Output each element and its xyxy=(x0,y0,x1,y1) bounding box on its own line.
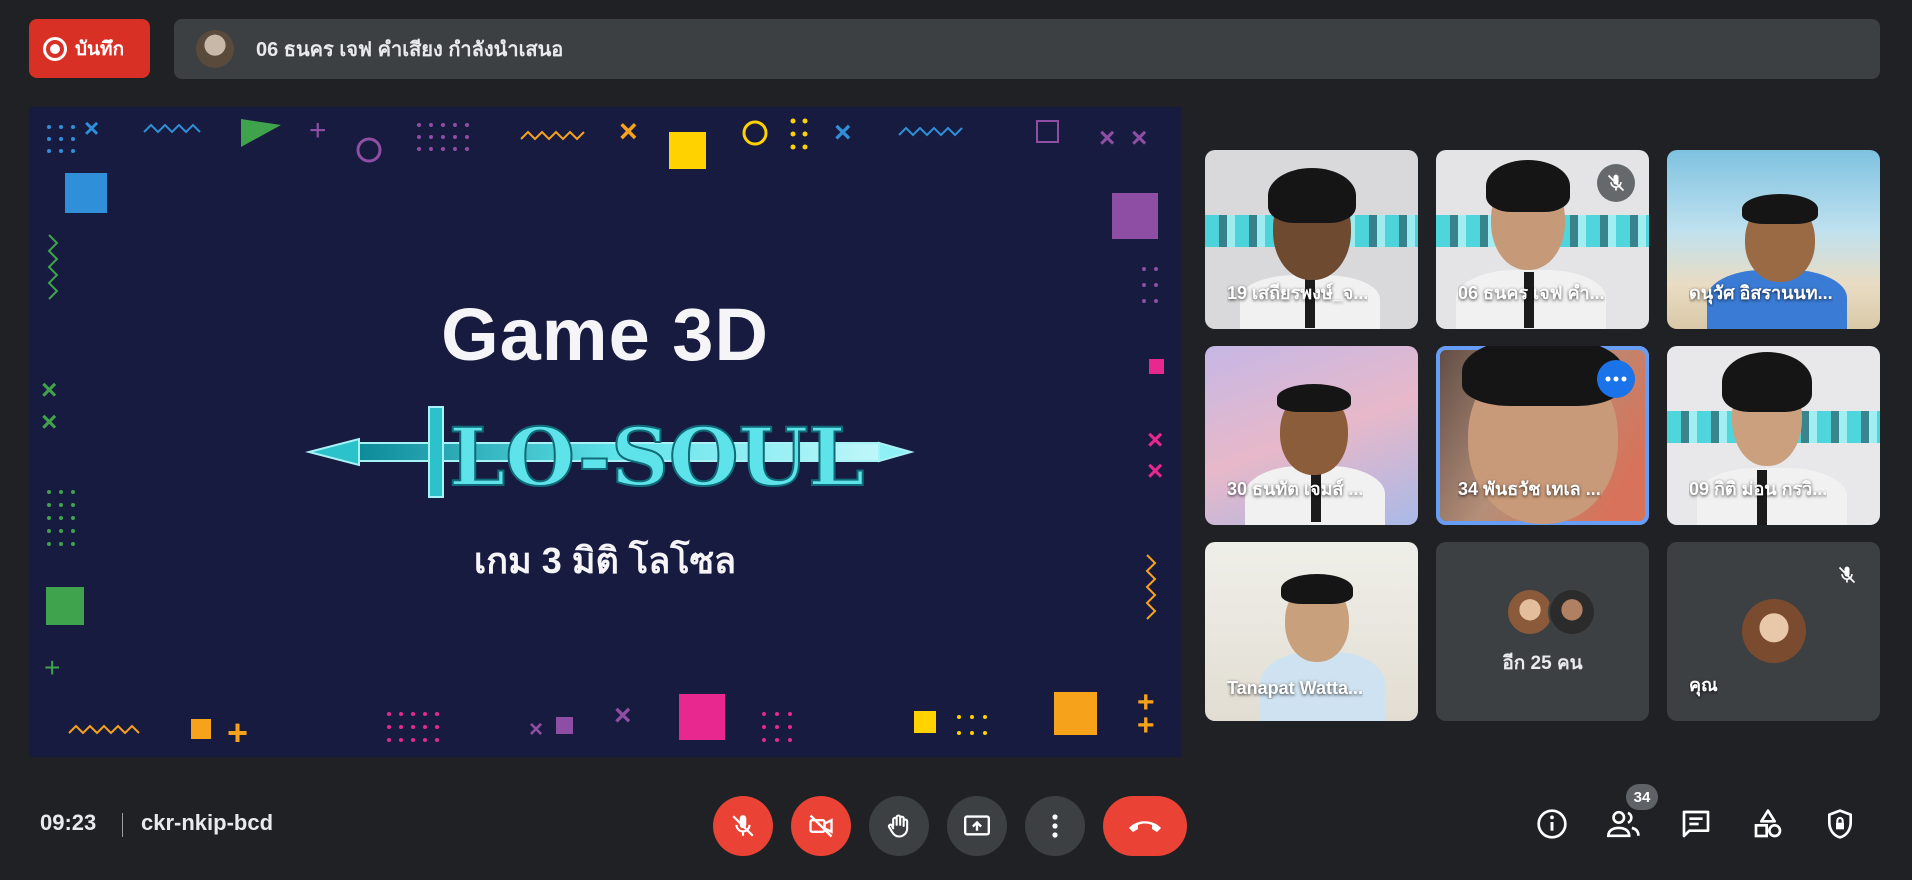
avatar xyxy=(1548,588,1596,636)
participant-name: 06 ธนคร เจฟ คำ... xyxy=(1458,283,1605,303)
mic-off-icon xyxy=(1828,556,1866,594)
mic-off-icon xyxy=(1597,164,1635,202)
activities-icon xyxy=(1752,808,1784,845)
more-options-icon[interactable] xyxy=(1597,360,1635,398)
logo-text: LO-SOUL xyxy=(449,410,865,504)
participant-name: Tanapat Watta... xyxy=(1227,678,1364,698)
camera-toggle-button[interactable] xyxy=(791,796,851,856)
participant-count-badge: 34 xyxy=(1626,784,1658,810)
svg-text:×: × xyxy=(41,374,57,405)
svg-text:×: × xyxy=(1131,122,1147,153)
more-participants-tile[interactable]: อีก 25 คน xyxy=(1436,542,1649,721)
svg-text:+: + xyxy=(309,114,327,147)
meeting-code: ckr-nkip-bcd xyxy=(141,810,274,835)
participant-tile[interactable]: 09 กิติ ม่อน กรวิ... xyxy=(1667,346,1880,525)
slide-title: Game 3D xyxy=(441,293,769,376)
self-tile[interactable]: คุณ xyxy=(1667,542,1880,721)
chat-icon xyxy=(1680,808,1712,845)
more-participants-label: อีก 25 คน xyxy=(1502,653,1583,674)
game-logo: LO-SOUL xyxy=(305,406,915,505)
meeting-details-button[interactable] xyxy=(1534,808,1570,844)
record-button[interactable]: บันทึก xyxy=(29,19,150,78)
svg-text:×: × xyxy=(614,699,632,732)
avatar xyxy=(1742,599,1806,663)
participant-tile[interactable]: Tanapat Watta... xyxy=(1205,542,1418,721)
activities-button[interactable] xyxy=(1750,808,1786,844)
host-controls-icon xyxy=(1825,808,1855,845)
present-now-button[interactable] xyxy=(947,796,1007,856)
presenter-text: 06 ธนคร เจฟ คำเสียง กำลังนำเสนอ xyxy=(256,39,564,61)
svg-text:×: × xyxy=(1147,455,1163,486)
divider xyxy=(122,813,123,837)
end-call-icon xyxy=(1127,817,1163,835)
participant-name: 09 กิติ ม่อน กรวิ... xyxy=(1689,479,1828,499)
svg-text:+: + xyxy=(44,652,60,683)
host-controls-button[interactable] xyxy=(1822,808,1858,844)
avatar xyxy=(1506,588,1554,636)
slide-subtitle: เกม 3 มิติ โลโซล xyxy=(473,540,737,581)
participant-tile[interactable]: ดนุวัศ อิสรานนท... xyxy=(1667,150,1880,329)
leave-call-button[interactable] xyxy=(1103,796,1187,856)
participant-name: คุณ xyxy=(1689,675,1718,695)
present-screen-icon xyxy=(962,813,992,839)
participant-tile-active-speaker[interactable]: 34 พันธวัช เทเล ... xyxy=(1436,346,1649,525)
svg-text:+: + xyxy=(227,712,248,753)
participant-name: 19 เสถียรพงษ์_จ... xyxy=(1227,283,1369,303)
participant-name: 30 ธนทัต เจมส์ ... xyxy=(1227,479,1364,499)
participant-tile[interactable]: 06 ธนคร เจฟ คำ... xyxy=(1436,150,1649,329)
svg-text:×: × xyxy=(619,113,638,149)
people-button[interactable] xyxy=(1606,808,1642,844)
participant-name: ดนุวัศ อิสรานนท... xyxy=(1689,283,1833,303)
svg-text:×: × xyxy=(529,716,543,743)
svg-text:×: × xyxy=(1147,424,1163,455)
more-options-button[interactable] xyxy=(1025,796,1085,856)
chat-button[interactable] xyxy=(1678,808,1714,844)
record-label: บันทึก xyxy=(75,38,125,60)
participant-tile[interactable]: 19 เสถียรพงษ์_จ... xyxy=(1205,150,1418,329)
shared-presentation: × + × × × × × × × × + + × × + + Game 3D … xyxy=(29,107,1181,757)
mic-toggle-button[interactable] xyxy=(713,796,773,856)
svg-text:×: × xyxy=(1099,122,1115,153)
people-icon xyxy=(1606,809,1641,844)
meeting-time: 09:23 xyxy=(40,810,97,835)
svg-text:×: × xyxy=(41,406,57,437)
info-icon xyxy=(1536,808,1568,845)
more-options-icon xyxy=(1052,814,1058,838)
record-icon xyxy=(43,36,67,61)
presenter-avatar xyxy=(196,30,234,68)
svg-text:+: + xyxy=(1137,709,1155,742)
mic-off-icon xyxy=(730,813,756,839)
svg-text:×: × xyxy=(834,116,852,149)
participant-tile[interactable]: 30 ธนทัต เจมส์ ... xyxy=(1205,346,1418,525)
raise-hand-button[interactable] xyxy=(869,796,929,856)
camera-off-icon xyxy=(807,812,835,840)
raise-hand-icon xyxy=(885,812,913,840)
svg-text:×: × xyxy=(84,113,99,143)
participant-name: 34 พันธวัช เทเล ... xyxy=(1458,479,1601,499)
presenter-banner: 06 ธนคร เจฟ คำเสียง กำลังนำเสนอ xyxy=(174,19,1880,79)
